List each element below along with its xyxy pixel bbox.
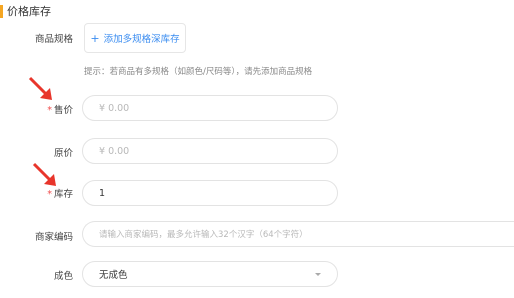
annotation-arrow-price bbox=[28, 76, 52, 100]
required-mark: * bbox=[47, 189, 52, 200]
condition-value: 无成色 bbox=[99, 270, 128, 281]
section-title: 价格库存 bbox=[7, 5, 51, 18]
required-mark: * bbox=[47, 105, 52, 116]
section-header: 价格库存 bbox=[0, 4, 51, 18]
annotation-arrow-stock bbox=[32, 162, 56, 186]
section-accent-bar bbox=[0, 4, 3, 18]
stock-label: 库存 bbox=[53, 189, 73, 200]
original-price-label: 原价 bbox=[53, 148, 73, 159]
spec-label: 商品规格 bbox=[34, 34, 73, 45]
spec-hint: 提示：若商品有多规格（如颜色/尺码等），请先添加商品规格 bbox=[84, 67, 313, 77]
add-spec-button-label: 添加多规格深库存 bbox=[103, 34, 180, 45]
original-price-placeholder: ¥ 0.00 bbox=[99, 145, 130, 157]
merchant-code-input[interactable]: 请输入商家编码，最多允许输入32个汉字（64个字符） bbox=[82, 221, 514, 247]
condition-select[interactable]: 无成色 bbox=[82, 261, 338, 287]
price-placeholder: ¥ 0.00 bbox=[99, 102, 130, 114]
condition-label: 成色 bbox=[53, 271, 73, 282]
merchant-code-label: 商家编码 bbox=[34, 232, 73, 243]
stock-input[interactable]: 1 bbox=[82, 180, 338, 206]
stock-value: 1 bbox=[99, 187, 106, 199]
add-spec-button[interactable]: + 添加多规格深库存 bbox=[84, 23, 186, 53]
price-label-row: * 售价 bbox=[0, 102, 73, 116]
price-label: 售价 bbox=[53, 105, 73, 116]
merchant-code-placeholder: 请输入商家编码，最多允许输入32个汉字（64个字符） bbox=[99, 230, 308, 240]
price-input[interactable]: ¥ 0.00 bbox=[82, 95, 338, 121]
chevron-down-icon bbox=[315, 273, 321, 276]
original-price-input[interactable]: ¥ 0.00 bbox=[82, 138, 338, 164]
plus-icon: + bbox=[90, 31, 100, 45]
